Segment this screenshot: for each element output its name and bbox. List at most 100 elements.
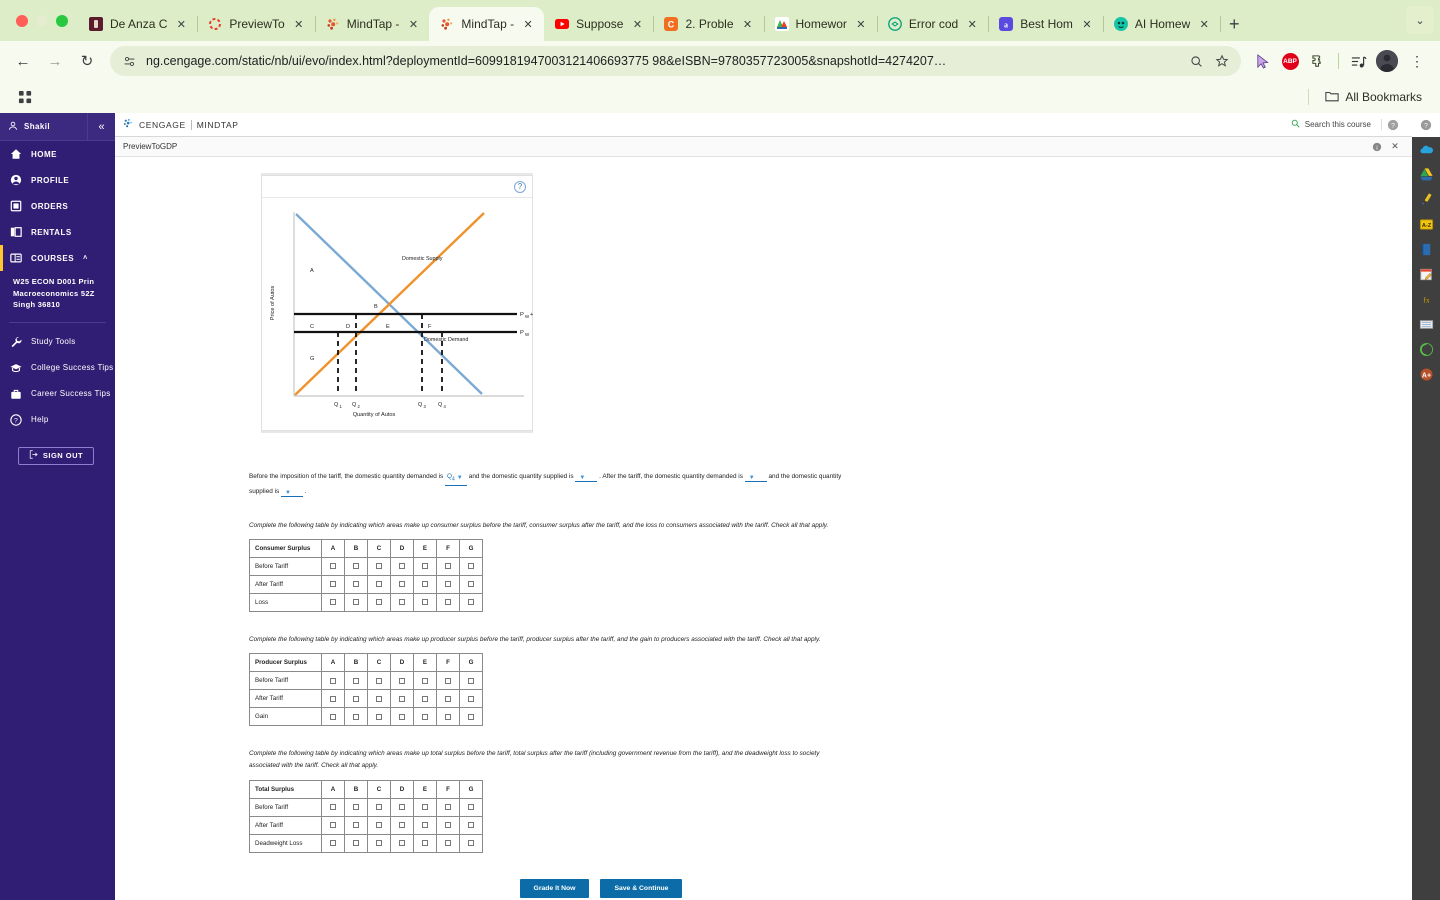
checkbox[interactable] — [330, 840, 336, 846]
reload-button[interactable]: ↻ — [72, 46, 102, 76]
profile-avatar-icon[interactable] — [1374, 48, 1400, 74]
dictionary-az-icon[interactable]: A-Z — [1412, 212, 1440, 237]
onedrive-icon[interactable] — [1412, 137, 1440, 162]
adblock-plus-icon[interactable]: ABP — [1277, 48, 1303, 74]
checkbox[interactable] — [468, 563, 474, 570]
checkbox[interactable] — [376, 563, 382, 570]
checkbox-cell[interactable] — [344, 593, 368, 613]
checkbox-cell[interactable] — [367, 815, 391, 835]
checkbox-cell[interactable] — [344, 797, 368, 817]
checkbox[interactable] — [353, 822, 359, 828]
checkbox-cell[interactable] — [459, 557, 483, 577]
close-tab-icon[interactable]: ✕ — [291, 16, 307, 32]
grade-a-plus-icon[interactable]: A+ — [1412, 362, 1440, 387]
checkbox[interactable] — [330, 677, 336, 684]
close-tab-icon[interactable]: ✕ — [853, 16, 869, 32]
checkbox-cell[interactable] — [321, 707, 345, 727]
checkbox[interactable] — [353, 804, 359, 810]
checkbox-cell[interactable] — [390, 575, 414, 595]
checkbox-cell[interactable] — [459, 815, 483, 835]
notes-edit-icon[interactable] — [1412, 262, 1440, 287]
checkbox[interactable] — [422, 599, 428, 606]
sidebar-item-orders[interactable]: ORDERS — [0, 193, 115, 219]
checkbox-cell[interactable] — [344, 557, 368, 577]
checkbox[interactable] — [468, 804, 474, 810]
checkbox-cell[interactable] — [321, 557, 345, 577]
checkbox[interactable] — [353, 677, 359, 684]
bookmark-star-icon[interactable] — [1213, 52, 1231, 70]
checkbox[interactable] — [468, 713, 474, 720]
sidebar-item-college-success-tips[interactable]: College Success Tips — [0, 355, 115, 381]
sidebar-item-courses[interactable]: COURSES ˄ — [0, 245, 115, 271]
checkbox-cell[interactable] — [459, 833, 483, 853]
checkbox-cell[interactable] — [413, 671, 437, 691]
checkbox-cell[interactable] — [344, 833, 368, 853]
sidebar-item-help[interactable]: ? Help — [0, 407, 115, 433]
checkbox[interactable] — [468, 840, 474, 846]
checkbox[interactable] — [422, 713, 428, 720]
checkbox-cell[interactable] — [367, 833, 391, 853]
checkbox[interactable] — [353, 695, 359, 702]
checkbox-cell[interactable] — [413, 833, 437, 853]
checkbox-cell[interactable] — [321, 797, 345, 817]
close-window-button[interactable] — [16, 14, 28, 27]
course-name[interactable]: W25 ECON D001 Prin Macroeconomics 52Z Si… — [0, 271, 115, 320]
checkbox-cell[interactable] — [321, 815, 345, 835]
checkbox[interactable] — [399, 840, 405, 846]
checkbox-cell[interactable] — [459, 689, 483, 709]
checkbox-cell[interactable] — [413, 689, 437, 709]
checkbox[interactable] — [330, 822, 336, 828]
reader-lines-icon[interactable] — [1412, 312, 1440, 337]
cursor-icon[interactable] — [1249, 48, 1275, 74]
sidebar-item-profile[interactable]: PROFILE — [0, 167, 115, 193]
checkbox-cell[interactable] — [367, 671, 391, 691]
checkbox-cell[interactable] — [390, 593, 414, 613]
sidebar-item-career-success-tips[interactable]: Career Success Tips — [0, 381, 115, 407]
checkbox-cell[interactable] — [367, 797, 391, 817]
checkbox[interactable] — [445, 677, 451, 684]
checkbox-cell[interactable] — [367, 593, 391, 613]
checkbox-cell[interactable] — [390, 833, 414, 853]
checkbox-cell[interactable] — [321, 593, 345, 613]
forward-button[interactable]: → — [40, 46, 70, 76]
checkbox[interactable] — [422, 804, 428, 810]
close-tab-icon[interactable]: ✕ — [520, 16, 536, 32]
checkbox[interactable] — [353, 840, 359, 846]
checkbox[interactable] — [468, 677, 474, 684]
checkbox[interactable] — [445, 563, 451, 570]
checkbox[interactable] — [399, 581, 405, 588]
close-icon[interactable]: ✕ — [1386, 141, 1404, 152]
checkbox-cell[interactable] — [413, 707, 437, 727]
cengage-logo[interactable]: CENGAGE MINDTAP — [123, 118, 239, 131]
sidebar-item-rentals[interactable]: RENTALS — [0, 219, 115, 245]
site-settings-icon[interactable] — [120, 52, 138, 70]
extensions-puzzle-icon[interactable] — [1305, 48, 1331, 74]
checkbox[interactable] — [330, 695, 336, 702]
checkbox[interactable] — [422, 581, 428, 588]
dropdown-qty-demanded-before[interactable]: Q4 ▼ — [444, 471, 467, 486]
browser-tab[interactable]: De Anza C ✕ — [78, 7, 199, 41]
checkbox[interactable] — [376, 804, 382, 810]
checkbox[interactable] — [422, 822, 428, 828]
checkbox[interactable] — [330, 713, 336, 720]
checkbox[interactable] — [468, 599, 474, 606]
media-playlist-icon[interactable] — [1346, 48, 1372, 74]
browser-tab[interactable]: Error cod ✕ — [877, 7, 990, 41]
checkbox-cell[interactable] — [436, 557, 460, 577]
checkbox[interactable] — [376, 677, 382, 684]
checkbox-cell[interactable] — [321, 689, 345, 709]
checkbox-cell[interactable] — [344, 575, 368, 595]
checkbox[interactable] — [330, 563, 336, 570]
checkbox[interactable] — [376, 822, 382, 828]
checkbox-cell[interactable] — [344, 689, 368, 709]
apps-grid-icon[interactable] — [10, 84, 40, 110]
checkbox[interactable] — [399, 563, 405, 570]
checkbox-cell[interactable] — [413, 797, 437, 817]
dropdown-qty-supplied-before[interactable]: ▼ — [575, 475, 598, 482]
address-bar[interactable]: ng.cengage.com/static/nb/ui/evo/index.ht… — [110, 46, 1241, 76]
checkbox-cell[interactable] — [390, 557, 414, 577]
checkbox[interactable] — [399, 822, 405, 828]
all-bookmarks-button[interactable]: All Bookmarks — [1317, 86, 1430, 109]
checkbox-cell[interactable] — [390, 815, 414, 835]
checkbox[interactable] — [445, 695, 451, 702]
